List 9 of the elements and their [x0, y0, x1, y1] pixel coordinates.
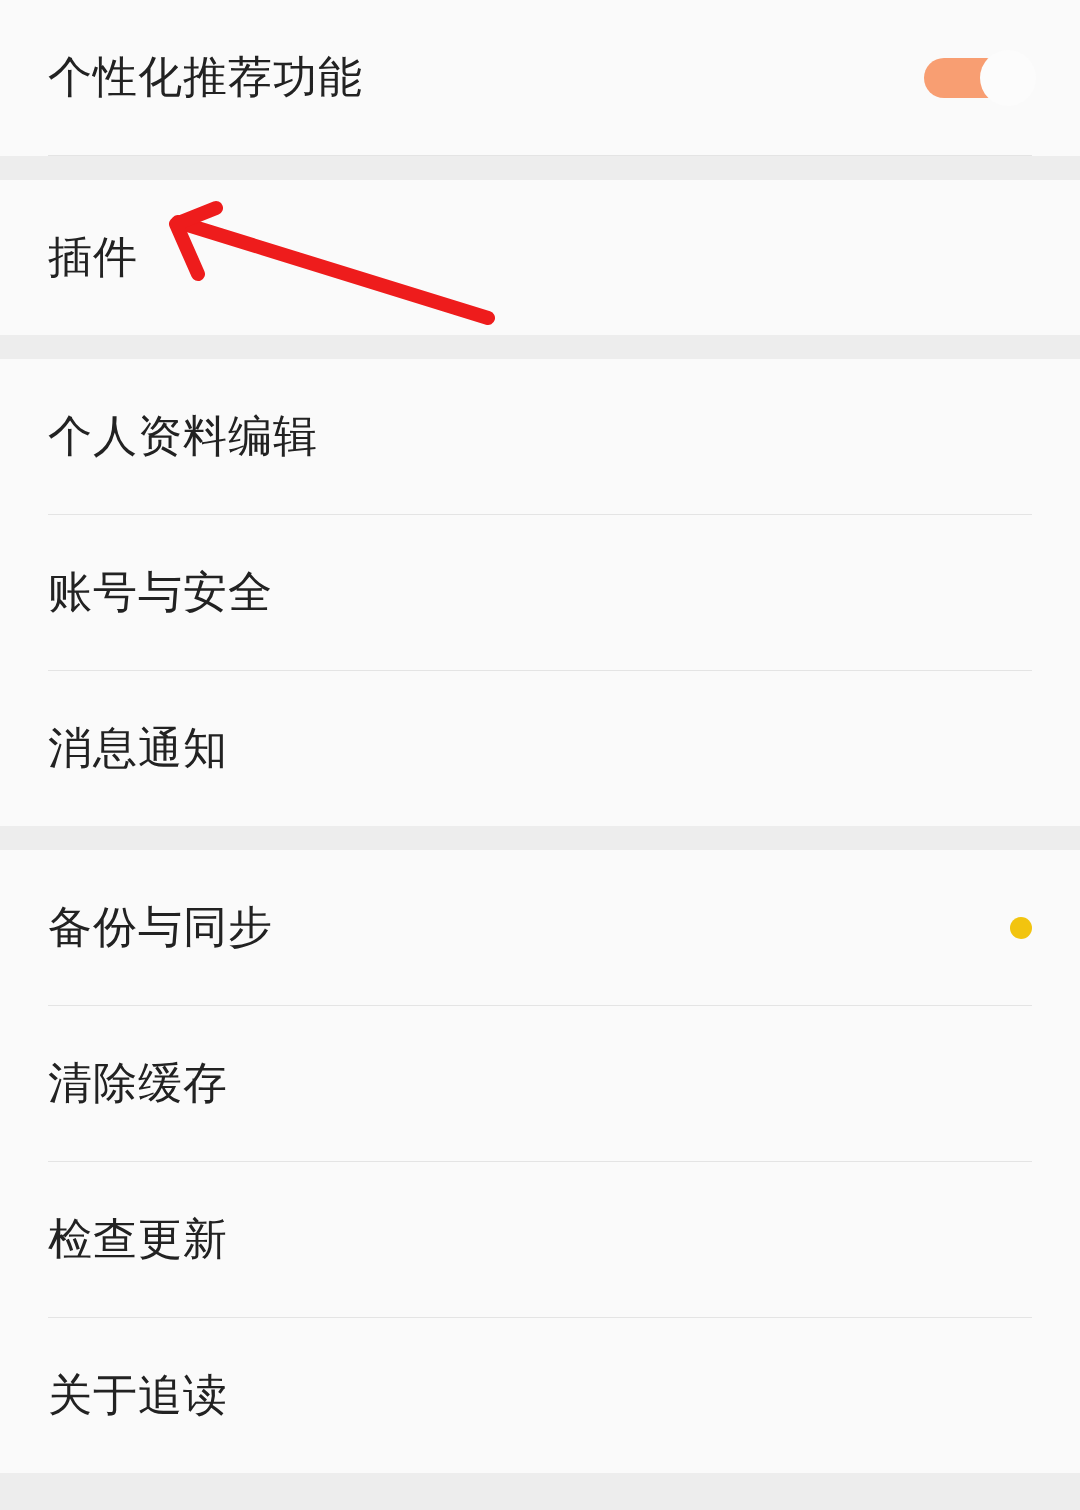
setting-label[interactable]: 检查更新	[48, 1210, 228, 1269]
setting-label[interactable]: 个人资料编辑	[48, 407, 318, 466]
setting-label[interactable]: 消息通知	[48, 719, 228, 778]
setting-label[interactable]: 插件	[48, 228, 138, 287]
setting-label[interactable]: 个性化推荐功能	[48, 48, 363, 107]
setting-label[interactable]: 关于追读	[48, 1366, 228, 1425]
setting-label[interactable]: 账号与安全	[48, 563, 273, 622]
setting-label[interactable]: 清除缓存	[48, 1054, 228, 1113]
setting-label[interactable]: 备份与同步	[48, 898, 273, 957]
